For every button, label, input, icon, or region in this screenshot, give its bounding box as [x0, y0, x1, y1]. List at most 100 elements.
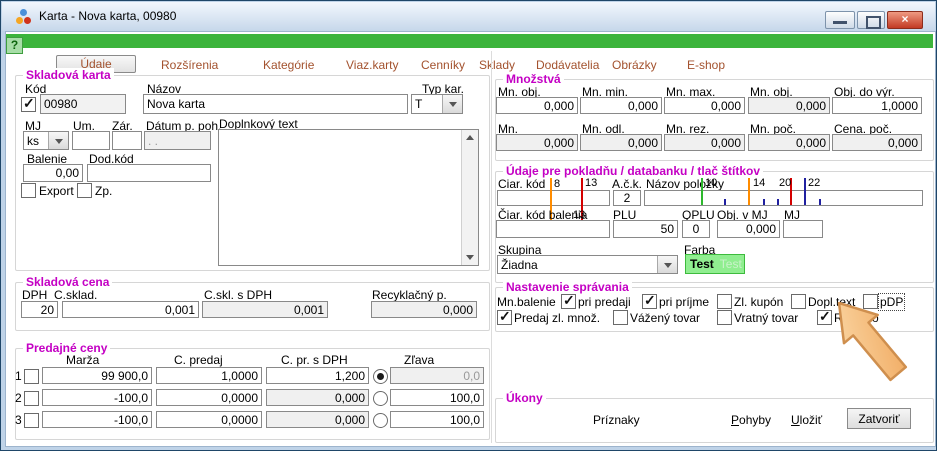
dopltext-checkbox[interactable]: [791, 294, 806, 309]
kod-checkbox[interactable]: [21, 97, 36, 112]
qplu-field[interactable]: 0: [682, 220, 710, 238]
marza-field[interactable]: -100,0: [42, 389, 152, 406]
tab-cenniky[interactable]: Cenníky: [421, 58, 465, 72]
pdp-checkbox[interactable]: [863, 294, 878, 309]
dodkod-field[interactable]: [87, 164, 211, 182]
predaj-field[interactable]: 0,0000: [156, 411, 262, 428]
chevron-down-icon[interactable]: [657, 256, 677, 273]
zlava-field[interactable]: 100,0: [390, 411, 484, 428]
scroll-up-icon[interactable]: [462, 130, 478, 146]
price-row-radio[interactable]: [373, 413, 388, 428]
price-row-radio[interactable]: [373, 369, 388, 384]
tab-kategorie[interactable]: Kategórie: [263, 58, 314, 72]
qty-field: 0,000: [664, 134, 745, 151]
skupina-combo[interactable]: Žiadna: [497, 255, 678, 274]
balenie-field[interactable]: 0,00: [23, 164, 83, 182]
maximize-button[interactable]: [857, 11, 885, 29]
export-checkbox[interactable]: [21, 183, 36, 198]
nazov-field[interactable]: Nova karta: [143, 94, 408, 114]
qty-field[interactable]: 0,000: [496, 97, 578, 114]
price-row-num: 1: [15, 369, 22, 383]
predajzlmnoz-checkbox[interactable]: [497, 310, 512, 325]
vratnytovar-label: Vratný tovar: [734, 311, 798, 325]
nazovpol-field[interactable]: [644, 190, 923, 206]
tab-eshop[interactable]: E-shop: [687, 58, 725, 72]
scroll-down-icon[interactable]: [462, 249, 478, 265]
cskldph-field: 0,001: [202, 301, 328, 318]
chevron-down-icon[interactable]: [48, 132, 68, 149]
len22-marker-label: 22: [808, 177, 820, 189]
predaj-field[interactable]: 0,0000: [156, 389, 262, 406]
group-title: Skladová cena: [23, 275, 112, 289]
priznaky-button[interactable]: Príznaky: [593, 413, 640, 427]
qty-field: 0,000: [496, 134, 578, 151]
kod-field[interactable]: 00980: [40, 94, 126, 114]
zar-field[interactable]: [112, 131, 142, 150]
farba-sample-text-light: Test: [720, 257, 742, 271]
ack-label: A.č.k.: [612, 177, 642, 191]
typkar-combo[interactable]: T: [411, 94, 463, 114]
csklad-field[interactable]: 0,001: [62, 301, 199, 318]
tab-sklady[interactable]: Sklady: [479, 58, 515, 72]
pdp-label: pDP: [880, 295, 903, 309]
zlava-field[interactable]: 100,0: [390, 389, 484, 406]
tab-viazkarty[interactable]: Viaz.karty: [346, 58, 398, 72]
price-row-checkbox[interactable]: [24, 413, 39, 428]
price-row-checkbox[interactable]: [24, 369, 39, 384]
qty-field[interactable]: 1,0000: [832, 97, 922, 114]
qty-field[interactable]: 0,000: [664, 97, 745, 114]
ciarkod-label: Ciar. kód: [498, 177, 545, 191]
recykl-field: 0,000: [371, 301, 477, 318]
dph-field[interactable]: 20: [21, 301, 58, 318]
pripredaji-checkbox[interactable]: [561, 294, 576, 309]
ack-field[interactable]: 2: [613, 190, 641, 206]
ciarkod-field[interactable]: [497, 190, 610, 206]
dopltext-check-label: Dopl.text: [808, 295, 855, 309]
rozinfo-checkbox[interactable]: [817, 310, 832, 325]
skupina-value: Žiadna: [498, 256, 657, 273]
zlava-header: Zľava: [404, 353, 434, 367]
zp-checkbox[interactable]: [77, 183, 92, 198]
cskldph-label: C.skl. s DPH: [204, 288, 272, 302]
predaj-field[interactable]: 1,0000: [156, 367, 262, 384]
marza-field[interactable]: 99 900,0: [42, 367, 152, 384]
mj2-field[interactable]: [783, 220, 823, 238]
zatvorit-button[interactable]: Zatvoriť: [847, 408, 911, 429]
tab-obrazky[interactable]: Obrázky: [612, 58, 657, 72]
price-row-radio[interactable]: [373, 391, 388, 406]
mj-combo[interactable]: ks: [23, 131, 69, 150]
price-row-checkbox[interactable]: [24, 391, 39, 406]
vratnytovar-checkbox[interactable]: [717, 310, 732, 325]
plu-field[interactable]: 50: [613, 220, 678, 238]
zlkupon-checkbox[interactable]: [717, 294, 732, 309]
ulozit-button[interactable]: Uložiť: [791, 413, 822, 427]
close-button[interactable]: ×: [887, 11, 923, 29]
price-row-num: 3: [15, 413, 22, 427]
sdph-field[interactable]: 1,200: [266, 367, 369, 384]
pohyby-button[interactable]: Pohyby: [731, 413, 771, 427]
qty-field[interactable]: 0,000: [580, 97, 662, 114]
chevron-down-icon[interactable]: [442, 95, 462, 113]
um-field[interactable]: [72, 131, 110, 150]
group-title: Úkony: [503, 391, 546, 405]
balenia-field[interactable]: [496, 220, 610, 238]
objvmj-field[interactable]: 0,000: [717, 220, 780, 238]
zlava-field: 0,0: [390, 367, 484, 384]
tab-rozsirenia[interactable]: Rozšírenia: [161, 58, 218, 72]
close-icon: ×: [901, 12, 908, 26]
window-title: Karta - Nova karta, 00980: [39, 9, 176, 23]
len22-marker-line: [804, 178, 806, 205]
ruler-tick: [819, 199, 821, 205]
vazenytovar-checkbox[interactable]: [613, 310, 628, 325]
textarea-scrollbar[interactable]: [461, 130, 478, 265]
help-button[interactable]: ?: [6, 37, 23, 54]
farba-sample-text: Test: [690, 257, 714, 271]
qty-field: 0,000: [580, 134, 662, 151]
priprijme-checkbox[interactable]: [642, 294, 657, 309]
tab-dodavatelia[interactable]: Dodávatelia: [536, 58, 599, 72]
minimize-button[interactable]: [825, 11, 855, 29]
dopltext-textarea[interactable]: [218, 129, 479, 266]
rozinfo-label: Roz.Info: [834, 311, 879, 325]
marza-field[interactable]: -100,0: [42, 411, 152, 428]
farba-swatch[interactable]: Test Test: [685, 254, 745, 274]
